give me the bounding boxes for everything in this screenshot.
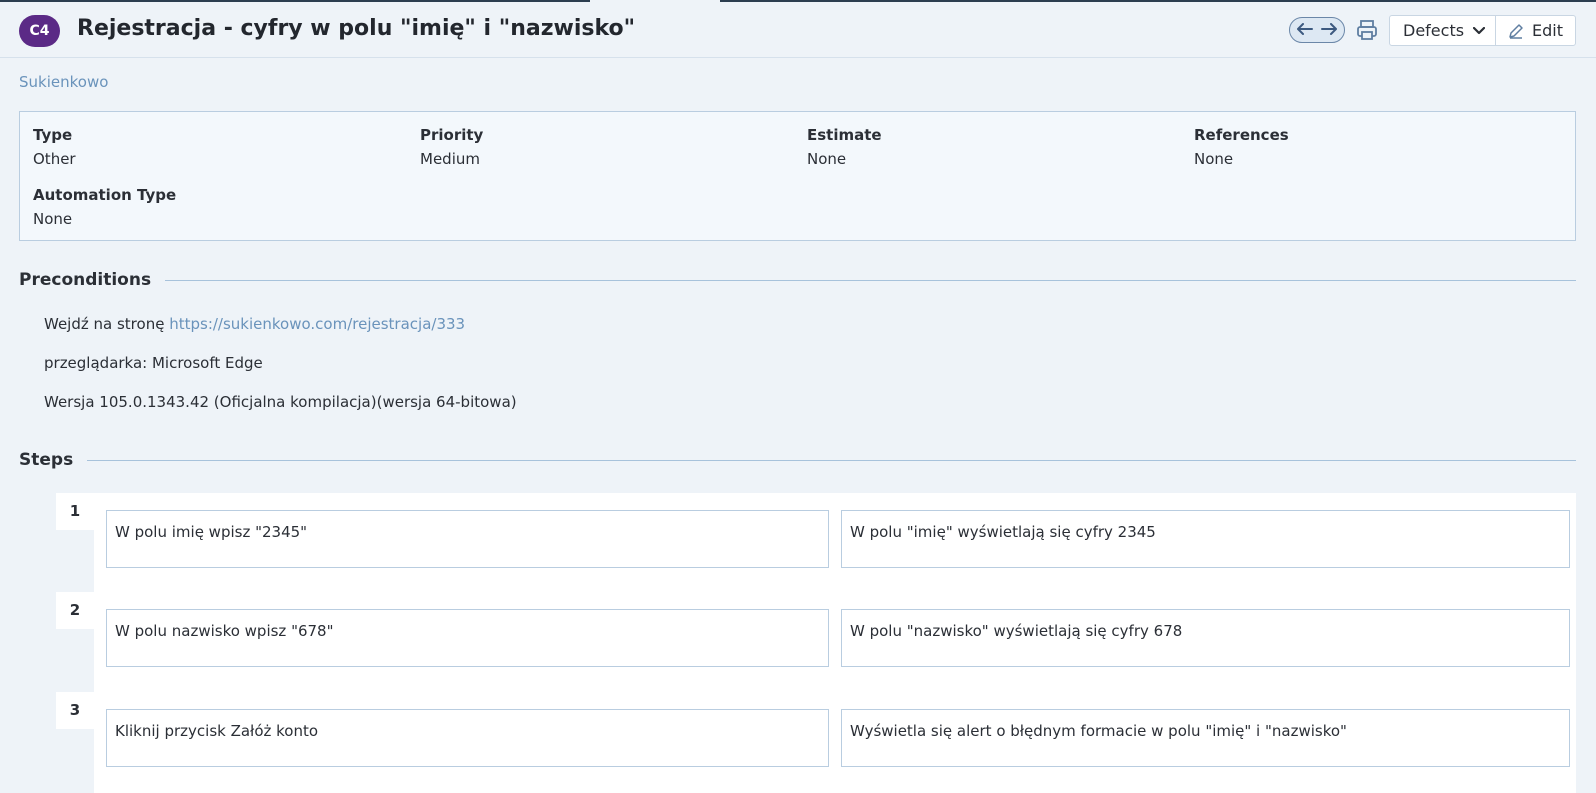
step-action[interactable]: W polu imię wpisz "2345" [106,510,829,568]
page-title: Rejestracja - cyfry w polu "imię" i "naz… [77,16,636,41]
property-estimate: Estimate None [807,126,882,168]
step-number: 3 [56,692,94,729]
precondition-line: Wejdź na stronę https://sukienkowo.com/r… [44,315,465,333]
property-value: Medium [420,150,480,168]
step-action[interactable]: W polu nazwisko wpisz "678" [106,609,829,667]
chevron-down-icon [1472,24,1486,38]
property-type: Type Other [33,126,76,168]
steps-gutter [56,493,94,793]
printer-icon[interactable] [1355,18,1379,42]
steps-heading: Steps [19,450,1576,470]
defects-label: Defects [1403,21,1465,40]
section-title: Steps [19,450,74,470]
preconditions-heading: Preconditions [19,270,1576,290]
property-references: References None [1194,126,1289,168]
step-expected-result[interactable]: Wyświetla się alert o błędnym formacie w… [841,709,1570,767]
step-number: 2 [56,592,94,629]
precondition-line: Wersja 105.0.1343.42 (Oficjalna kompilac… [44,393,517,411]
property-value: None [807,150,847,168]
precondition-link[interactable]: https://sukienkowo.com/rejestracja/333 [169,315,465,333]
defects-dropdown-button[interactable]: Defects [1389,15,1496,46]
property-value: None [1194,150,1234,168]
page-header: C4 Rejestracja - cyfry w polu "imię" i "… [0,2,1596,58]
step-number: 1 [56,493,94,530]
precondition-text: Wejdź na stronę [44,315,165,333]
pencil-icon [1509,23,1523,39]
case-badge: C4 [19,15,60,47]
property-label: References [1194,126,1289,144]
property-label: Estimate [807,126,882,144]
section-title: Preconditions [19,270,152,290]
property-automation-type: Automation Type None [33,186,176,228]
precondition-line: przeglądarka: Microsoft Edge [44,354,263,372]
properties-panel: Type Other Priority Medium Estimate None… [19,111,1576,241]
prev-next-nav[interactable] [1289,17,1345,43]
property-label: Automation Type [33,186,177,204]
property-value: Other [33,150,76,168]
project-link[interactable]: Sukienkowo [19,73,108,91]
divider [87,459,1576,461]
property-priority: Priority Medium [420,126,483,168]
step-action[interactable]: Kliknij przycisk Załóż konto [106,709,829,767]
arrow-right-icon[interactable] [1321,21,1337,39]
edit-label: Edit [1532,21,1563,40]
divider [165,279,1576,281]
property-value: None [33,210,73,228]
step-expected-result[interactable]: W polu "imię" wyświetlają się cyfry 2345 [841,510,1570,568]
arrow-left-icon[interactable] [1297,21,1313,39]
step-expected-result[interactable]: W polu "nazwisko" wyświetlają się cyfry … [841,609,1570,667]
property-label: Priority [420,126,484,144]
edit-button[interactable]: Edit [1495,15,1576,46]
property-label: Type [33,126,73,144]
